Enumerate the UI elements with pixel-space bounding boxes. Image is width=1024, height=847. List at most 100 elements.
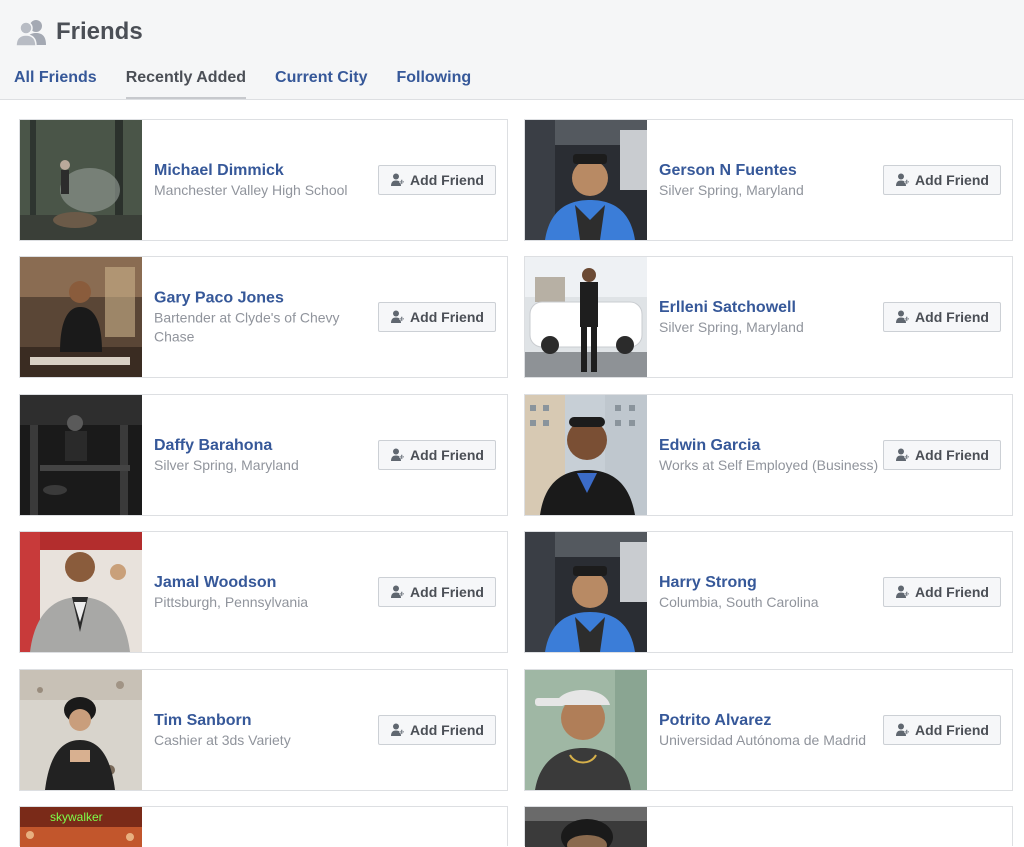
- friend-info: Tim Sanborn Cashier at 3ds Variety: [154, 710, 374, 750]
- add-friend-button[interactable]: Add Friend: [883, 715, 1001, 745]
- friend-subtitle: Manchester Valley High School: [154, 182, 348, 198]
- friend-card: Potrito Alvarez Universidad Autónoma de M…: [524, 669, 1013, 791]
- add-friend-label: Add Friend: [410, 584, 484, 600]
- friend-info: Michael Dimmick Manchester Valley High Sc…: [154, 160, 374, 200]
- friend-info: Jamal Woodson Pittsburgh, Pennsylvania: [154, 572, 374, 612]
- friend-name-link[interactable]: Erlleni Satchowell: [659, 297, 879, 318]
- friend-card: Jamal Woodson Pittsburgh, Pennsylvania Add…: [19, 531, 508, 653]
- friend-name-link[interactable]: Michael Dimmick: [154, 160, 374, 181]
- friend-card: Erlleni Satchowell Silver Spring, Marylan…: [524, 256, 1013, 378]
- friend-card: Gary Paco Jones Bartender at Clyde's of C…: [19, 256, 508, 378]
- add-friend-label: Add Friend: [915, 584, 989, 600]
- friend-info: Gerson N Fuentes Silver Spring, Maryland: [659, 160, 879, 200]
- neon-sign-photo: skywalker: [20, 807, 142, 847]
- add-friend-icon: [391, 723, 405, 736]
- friends-header: Friends All Friends Recently Added Curre…: [0, 0, 1024, 100]
- friend-profile-photo[interactable]: [20, 395, 142, 515]
- friend-info: Gary Paco Jones Bartender at Clyde's of C…: [154, 288, 374, 347]
- friend-card: Harry Strong Columbia, South Carolina Add …: [524, 531, 1013, 653]
- friend-card: Tim Sanborn Cashier at 3ds Variety Add Fri…: [19, 669, 508, 791]
- friend-profile-photo[interactable]: [525, 670, 647, 790]
- friend-subtitle: Silver Spring, Maryland: [659, 319, 804, 335]
- friend-card: Michael Dimmick Manchester Valley High Sc…: [19, 119, 508, 241]
- add-friend-label: Add Friend: [410, 309, 484, 325]
- friend-name-link[interactable]: Gary Paco Jones: [154, 288, 374, 309]
- friend-name-link[interactable]: Harry Strong: [659, 572, 879, 593]
- add-friend-icon: [896, 585, 910, 598]
- add-friend-label: Add Friend: [915, 309, 989, 325]
- friend-info: Edwin Garcia Works at Self Employed (Busi…: [659, 435, 879, 475]
- add-friend-button[interactable]: Add Friend: [378, 577, 496, 607]
- add-friend-button[interactable]: Add Friend: [378, 302, 496, 332]
- add-friend-label: Add Friend: [915, 447, 989, 463]
- friend-profile-photo[interactable]: [525, 120, 647, 240]
- friend-info: Harry Strong Columbia, South Carolina: [659, 572, 879, 612]
- friend-profile-photo[interactable]: [20, 532, 142, 652]
- add-friend-button[interactable]: Add Friend: [883, 440, 1001, 470]
- add-friend-label: Add Friend: [915, 172, 989, 188]
- tab-all-friends[interactable]: All Friends: [14, 68, 97, 99]
- add-friend-button[interactable]: Add Friend: [883, 165, 1001, 195]
- parking-lot-photo: [525, 257, 647, 377]
- friend-card-partial: [524, 806, 1013, 847]
- friend-subtitle: Silver Spring, Maryland: [154, 457, 299, 473]
- friend-name-link[interactable]: Daffy Barahona: [154, 435, 374, 456]
- add-friend-button[interactable]: Add Friend: [378, 440, 496, 470]
- add-friend-label: Add Friend: [915, 722, 989, 738]
- friend-info: Erlleni Satchowell Silver Spring, Marylan…: [659, 297, 879, 337]
- cap-portrait-photo: [525, 670, 647, 790]
- add-friend-icon: [391, 585, 405, 598]
- friend-name-link[interactable]: Gerson N Fuentes: [659, 160, 879, 181]
- friend-profile-photo[interactable]: [20, 670, 142, 790]
- neon-sign-text: skywalker: [50, 810, 103, 824]
- friend-subtitle: Cashier at 3ds Variety: [154, 732, 291, 748]
- add-friend-icon: [896, 448, 910, 461]
- tab-recently-added[interactable]: Recently Added: [125, 68, 247, 99]
- dark-lounge-photo: [20, 395, 142, 515]
- friend-info: Potrito Alvarez Universidad Autónoma de M…: [659, 710, 879, 750]
- tab-current-city[interactable]: Current City: [275, 68, 367, 99]
- friend-profile-photo[interactable]: [525, 257, 647, 377]
- friend-subtitle: Bartender at Clyde's of Chevy Chase: [154, 309, 340, 345]
- add-friend-button[interactable]: Add Friend: [883, 302, 1001, 332]
- add-friend-button[interactable]: Add Friend: [378, 165, 496, 195]
- car-selfie-photo: [525, 532, 647, 652]
- friends-icon: [16, 20, 46, 46]
- add-friend-icon: [896, 723, 910, 736]
- add-friend-icon: [391, 448, 405, 461]
- friend-profile-photo[interactable]: skywalker: [20, 807, 142, 847]
- add-friend-icon: [896, 310, 910, 323]
- city-portrait-photo: [525, 395, 647, 515]
- friend-profile-photo[interactable]: [525, 395, 647, 515]
- car-selfie-photo: [525, 120, 647, 240]
- friend-name-link[interactable]: Tim Sanborn: [154, 710, 374, 731]
- friend-subtitle: Works at Self Employed (Business): [659, 457, 879, 473]
- snow-photo: [20, 670, 142, 790]
- friend-name-link[interactable]: Edwin Garcia: [659, 435, 879, 456]
- friend-card-partial: skywalker: [19, 806, 508, 847]
- title-row: Friends: [16, 18, 143, 46]
- friend-subtitle: Silver Spring, Maryland: [659, 182, 804, 198]
- add-friend-button[interactable]: Add Friend: [378, 715, 496, 745]
- bar-photo: [20, 257, 142, 377]
- friend-subtitle: Columbia, South Carolina: [659, 594, 819, 610]
- friend-profile-photo[interactable]: [525, 807, 647, 847]
- friend-profile-photo[interactable]: [525, 532, 647, 652]
- friend-subtitle: Universidad Autónoma de Madrid: [659, 732, 867, 748]
- friend-info: Daffy Barahona Silver Spring, Maryland: [154, 435, 374, 475]
- friend-profile-photo[interactable]: [20, 257, 142, 377]
- friend-profile-photo[interactable]: [20, 120, 142, 240]
- friend-card: Daffy Barahona Silver Spring, Maryland Add…: [19, 394, 508, 516]
- friend-subtitle: Pittsburgh, Pennsylvania: [154, 594, 309, 610]
- page-title: Friends: [56, 18, 143, 45]
- add-friend-icon: [896, 173, 910, 186]
- add-friend-icon: [391, 173, 405, 186]
- add-friend-label: Add Friend: [410, 172, 484, 188]
- tab-following[interactable]: Following: [396, 68, 471, 99]
- friend-name-link[interactable]: Jamal Woodson: [154, 572, 374, 593]
- friend-card: Edwin Garcia Works at Self Employed (Busi…: [524, 394, 1013, 516]
- add-friend-button[interactable]: Add Friend: [883, 577, 1001, 607]
- forest-photo: [20, 120, 142, 240]
- suit-portrait-photo: [20, 532, 142, 652]
- friend-name-link[interactable]: Potrito Alvarez: [659, 710, 879, 731]
